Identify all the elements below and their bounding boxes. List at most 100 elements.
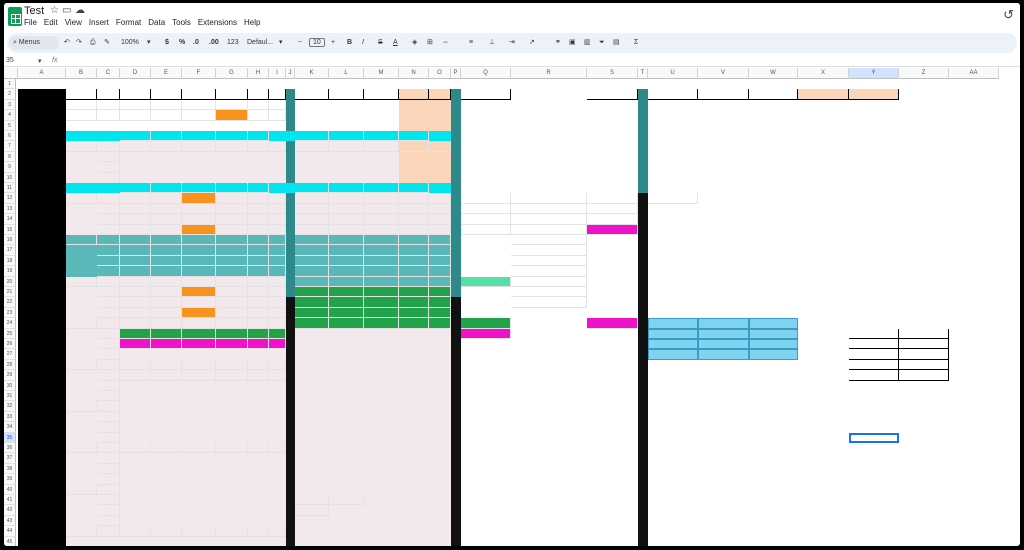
cell-e21[interactable]: [151, 287, 182, 298]
cell-l18[interactable]: [329, 255, 364, 267]
cell-e24[interactable]: [151, 318, 182, 329]
cell-b7[interactable]: [66, 141, 97, 152]
header-x[interactable]: [798, 89, 849, 100]
cell-k24[interactable]: [295, 318, 329, 329]
cell-b44[interactable]: [66, 526, 97, 537]
cell-g29[interactable]: [216, 370, 248, 381]
cell-e26[interactable]: [151, 339, 182, 350]
column-header-r[interactable]: R: [511, 68, 587, 79]
header-m[interactable]: [364, 89, 399, 100]
cell-c28[interactable]: [97, 359, 120, 371]
header-l[interactable]: [329, 89, 364, 100]
cell-f15[interactable]: [182, 224, 216, 235]
cell-i25[interactable]: [269, 328, 286, 339]
cell-o22[interactable]: [429, 297, 451, 308]
cell-g11[interactable]: [216, 183, 248, 194]
cell-f26[interactable]: [182, 339, 216, 350]
cell-m13[interactable]: [364, 203, 399, 215]
menu-format[interactable]: Format: [116, 18, 141, 27]
column-header-e[interactable]: E: [151, 68, 182, 79]
cell-f23[interactable]: [182, 307, 216, 319]
menu-view[interactable]: View: [65, 18, 82, 27]
cell-h36[interactable]: [248, 443, 269, 454]
menu-file[interactable]: File: [24, 18, 37, 27]
cell-f22[interactable]: [182, 297, 216, 308]
cell-n18[interactable]: [399, 255, 429, 267]
header-w[interactable]: [749, 89, 798, 100]
cell-c26[interactable]: [97, 339, 120, 350]
bold-button[interactable]: B: [347, 33, 352, 53]
cell-c27[interactable]: [97, 349, 120, 360]
cell-d13[interactable]: [120, 203, 151, 215]
row-header-16[interactable]: 16: [4, 235, 16, 246]
cell-o24[interactable]: [429, 318, 451, 329]
cell-g18[interactable]: [216, 255, 248, 267]
cell-h22[interactable]: [248, 297, 269, 308]
header-b[interactable]: [66, 89, 97, 100]
cell-h18[interactable]: [248, 255, 269, 267]
cell-h15[interactable]: [248, 224, 269, 235]
column-header-v[interactable]: V: [698, 68, 749, 79]
cell-c15[interactable]: [97, 224, 120, 235]
cell-b12[interactable]: [66, 193, 97, 204]
cell-y27[interactable]: [849, 349, 899, 360]
cell-e17[interactable]: [151, 245, 182, 256]
cell-i22[interactable]: [269, 297, 286, 308]
cell-d20[interactable]: [120, 276, 151, 287]
row-header-8[interactable]: 8: [4, 151, 16, 163]
cell-s14[interactable]: [587, 214, 638, 225]
cell-y25[interactable]: [849, 328, 899, 339]
cell-g15[interactable]: [216, 224, 248, 235]
cell-m19[interactable]: [364, 266, 399, 277]
cell-f19[interactable]: [182, 266, 216, 277]
row-header-25[interactable]: 25: [4, 328, 16, 339]
column-header-q[interactable]: Q: [461, 68, 511, 79]
issues-box-cell[interactable]: [899, 339, 949, 350]
cell-d23[interactable]: [120, 307, 151, 319]
cell-c10[interactable]: [97, 172, 120, 183]
cell-f16[interactable]: [182, 235, 216, 246]
menu-data[interactable]: Data: [148, 18, 165, 27]
header-d[interactable]: [120, 89, 151, 100]
cell-l11[interactable]: [329, 183, 364, 194]
sheet-grid[interactable]: A B C D E F G H I J K L M N O P Q R S T U V W X Y Z AA 1 2 3 4 5 6 7 8 9 10 1…: [4, 68, 1020, 546]
version-history-icon[interactable]: ↺: [1003, 7, 1014, 23]
cell-g3[interactable]: [216, 99, 248, 111]
column-header-y[interactable]: Y: [849, 68, 899, 79]
cell-g22[interactable]: [216, 297, 248, 308]
cell-e25[interactable]: [151, 328, 182, 339]
cell-g26[interactable]: [216, 339, 248, 350]
cell-g14[interactable]: [216, 214, 248, 225]
row-header-28[interactable]: 28: [4, 359, 16, 371]
cell-e36[interactable]: [151, 443, 182, 454]
cell-i18[interactable]: [269, 255, 286, 267]
cell-m12[interactable]: [364, 193, 399, 204]
cell-f18[interactable]: [182, 255, 216, 267]
cell-q25[interactable]: [461, 328, 511, 339]
cell-c16[interactable]: [97, 235, 120, 246]
cell-e28[interactable]: [151, 359, 182, 371]
cell-h11[interactable]: [248, 183, 269, 194]
cell-k12[interactable]: [295, 193, 329, 204]
cell-h16[interactable]: [248, 235, 269, 246]
column-header-aa[interactable]: AA: [949, 68, 999, 79]
header-e[interactable]: [151, 89, 182, 100]
cell-k14[interactable]: [295, 214, 329, 225]
cell-w27[interactable]: [749, 349, 798, 360]
cell-q15[interactable]: [461, 224, 511, 235]
issues-box-cell[interactable]: [849, 339, 899, 350]
cell-h7[interactable]: [248, 141, 269, 152]
header-c[interactable]: [97, 89, 120, 100]
column-header-z[interactable]: Z: [899, 68, 949, 79]
cell-n22[interactable]: [399, 297, 429, 308]
cell-u12[interactable]: [648, 193, 698, 204]
cell-f20[interactable]: [182, 276, 216, 287]
cell-e19[interactable]: [151, 266, 182, 277]
cell-g24[interactable]: [216, 318, 248, 329]
cell-o19[interactable]: [429, 266, 451, 277]
cell-l23[interactable]: [329, 307, 364, 319]
cell-c31[interactable]: [97, 391, 120, 402]
issues-box-cell[interactable]: [899, 349, 949, 360]
row-header-29[interactable]: 29: [4, 370, 16, 381]
row-header-41[interactable]: 41: [4, 495, 16, 506]
